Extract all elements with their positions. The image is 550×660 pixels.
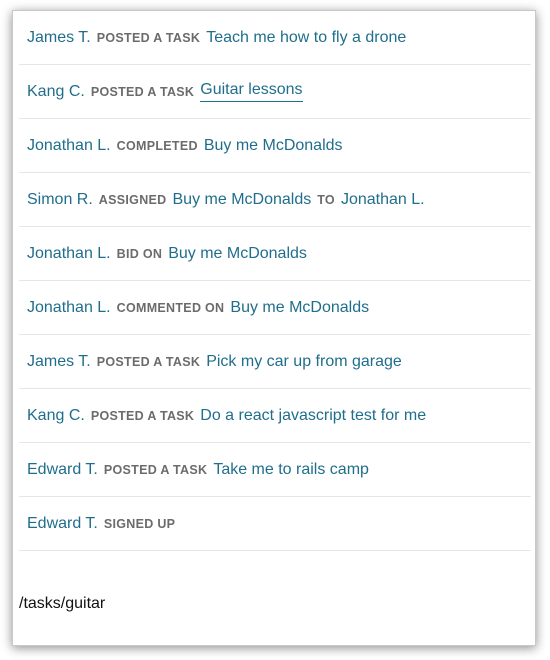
- task-link[interactable]: Take me to rails camp: [213, 461, 369, 479]
- user-link[interactable]: James T.: [27, 29, 91, 47]
- activity-feed: James T. posted a task Teach me how to f…: [13, 11, 535, 551]
- feed-item: Edward T. posted a task Take me to rails…: [19, 443, 531, 497]
- user-link[interactable]: Edward T.: [27, 515, 98, 533]
- feed-item: Kang C. posted a task Do a react javascr…: [19, 389, 531, 443]
- action-label: posted a task: [96, 354, 201, 369]
- action-label: posted a task: [90, 84, 195, 99]
- activity-window: James T. posted a task Teach me how to f…: [12, 10, 536, 646]
- feed-item: Simon R. assigned Buy me McDonalds to Jo…: [19, 173, 531, 227]
- target-user-link[interactable]: Jonathan L.: [341, 191, 425, 209]
- task-link[interactable]: Buy me McDonalds: [230, 299, 369, 317]
- task-link[interactable]: Buy me McDonalds: [168, 245, 307, 263]
- action-label: signed up: [103, 516, 176, 531]
- action-label: posted a task: [90, 408, 195, 423]
- status-bar-url: /tasks/guitar: [19, 595, 106, 612]
- task-link[interactable]: Buy me McDonalds: [173, 191, 312, 209]
- task-link-hovered[interactable]: Guitar lessons: [200, 81, 303, 102]
- feed-item: James T. posted a task Teach me how to f…: [19, 11, 531, 65]
- feed-item: Jonathan L. completed Buy me McDonalds: [19, 119, 531, 173]
- user-link[interactable]: James T.: [27, 353, 91, 371]
- action-label: posted a task: [96, 30, 201, 45]
- user-link[interactable]: Simon R.: [27, 191, 93, 209]
- action-label: bid on: [116, 246, 163, 261]
- conjunction-label: to: [317, 192, 335, 207]
- user-link[interactable]: Kang C.: [27, 83, 85, 101]
- action-label: posted a task: [103, 462, 208, 477]
- user-link[interactable]: Jonathan L.: [27, 245, 111, 263]
- feed-item: Jonathan L. bid on Buy me McDonalds: [19, 227, 531, 281]
- action-label: assigned: [98, 192, 167, 207]
- task-link[interactable]: Buy me McDonalds: [204, 137, 343, 155]
- user-link[interactable]: Jonathan L.: [27, 137, 111, 155]
- user-link[interactable]: Kang C.: [27, 407, 85, 425]
- feed-item: James T. posted a task Pick my car up fr…: [19, 335, 531, 389]
- action-label: completed: [116, 138, 198, 153]
- feed-item: Kang C. posted a task Guitar lessons: [19, 65, 531, 119]
- user-link[interactable]: Edward T.: [27, 461, 98, 479]
- task-link[interactable]: Teach me how to fly a drone: [206, 29, 406, 47]
- feed-item: Edward T. signed up: [19, 497, 531, 551]
- task-link[interactable]: Do a react javascript test for me: [200, 407, 426, 425]
- action-label: commented on: [116, 300, 225, 315]
- user-link[interactable]: Jonathan L.: [27, 299, 111, 317]
- feed-item: Jonathan L. commented on Buy me McDonald…: [19, 281, 531, 335]
- task-link[interactable]: Pick my car up from garage: [206, 353, 402, 371]
